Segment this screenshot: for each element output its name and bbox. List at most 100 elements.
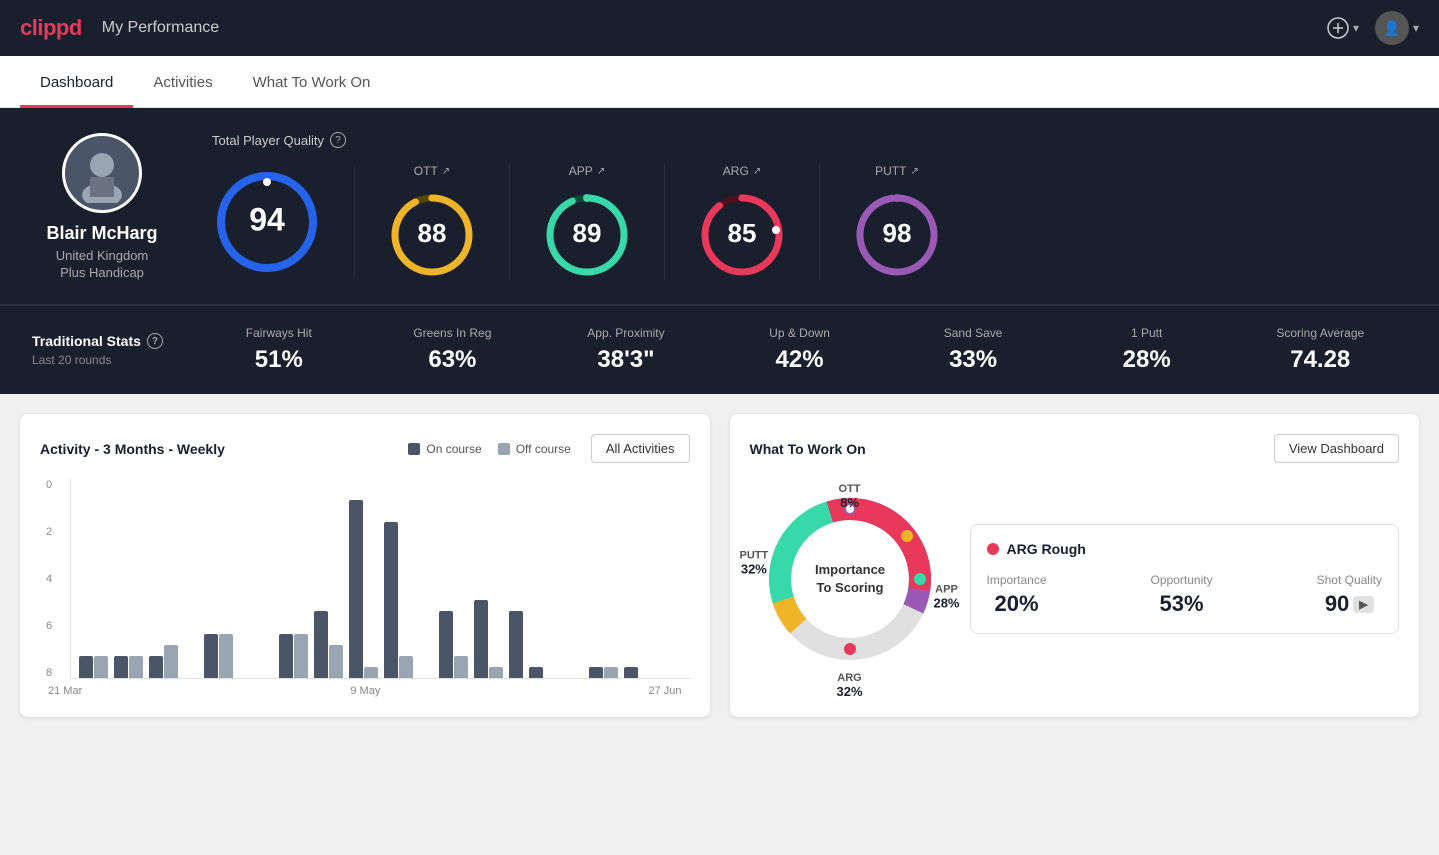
chart-wrapper: 8 6 4 2 0 [70,479,690,679]
tabs-nav: Dashboard Activities What To Work On [0,56,1439,108]
bar-offcourse [94,656,108,678]
bar-group [279,634,308,678]
importance-donut-container: Importance To Scoring OTT 8% APP [750,479,950,679]
header: clippd My Performance ▾ 👤 ▾ [0,0,1439,56]
bar-oncourse [349,500,363,678]
trad-stats-label: Traditional Stats ? Last 20 rounds [32,333,192,367]
ott-label: OTT ↗ [414,164,450,178]
y-axis-labels: 8 6 4 2 0 [46,479,52,679]
quality-section: Total Player Quality ? 94 OTT ↗ [212,132,1407,280]
activity-chart-card: Activity - 3 Months - Weekly On course O… [20,414,710,717]
offcourse-dot [498,443,510,455]
shot-quality-badge: 90 ▶ [1325,591,1374,617]
all-activities-button[interactable]: All Activities [591,434,690,463]
player-handicap: Plus Handicap [60,265,144,280]
app-label: APP ↗ [569,164,605,178]
detail-opportunity: Opportunity 53% [1151,573,1213,617]
detail-card-title: ARG Rough [987,541,1383,557]
arg-circle: ARG ↗ 85 [665,164,820,280]
view-dashboard-button[interactable]: View Dashboard [1274,434,1399,463]
stat-proximity: App. Proximity 38'3" [539,326,713,374]
bar-offcourse [329,645,343,678]
bar-chart: 8 6 4 2 0 21 Mar 9 May 27 Jun [40,479,690,697]
bar-oncourse [314,611,328,678]
svg-text:98: 98 [883,218,912,248]
x-axis-labels: 21 Mar 9 May 27 Jun [40,685,690,697]
header-title: My Performance [102,19,219,37]
avatar: 👤 [1375,11,1409,45]
detail-stats-row: Importance 20% Opportunity 53% Shot Qual… [987,573,1383,617]
what-to-work-on-card: What To Work On View Dashboard [730,414,1420,717]
trad-stats-info-icon[interactable]: ? [147,333,163,349]
seg-putt-label: PUTT 32% [740,550,769,577]
bar-group [509,611,523,678]
bar-group [529,667,543,678]
svg-text:88: 88 [418,218,447,248]
logo[interactable]: clippd [20,15,82,41]
quality-info-icon[interactable]: ? [330,132,346,148]
bar-offcourse [604,667,618,678]
bar-oncourse [624,667,638,678]
seg-app-label: APP 28% [933,584,959,611]
bar-offcourse [489,667,503,678]
trad-stats-subtitle: Last 20 rounds [32,353,192,367]
legend-offcourse: Off course [498,442,571,456]
total-quality-circle: 94 [212,167,355,277]
stat-updown: Up & Down 42% [713,326,887,374]
importance-donut-wrapper: Importance To Scoring OTT 8% APP [750,479,950,679]
chart-title: Activity - 3 Months - Weekly [40,441,225,457]
stat-greens: Greens In Reg 63% [366,326,540,374]
bar-oncourse [509,611,523,678]
user-dropdown-arrow[interactable]: ▾ [1413,21,1419,35]
bar-oncourse [149,656,163,678]
chart-card-header: Activity - 3 Months - Weekly On course O… [40,434,690,463]
svg-text:94: 94 [249,201,285,237]
bar-group [114,656,143,678]
user-avatar-header[interactable]: 👤 ▾ [1375,11,1419,45]
score-mini-badge: ▶ [1353,596,1373,613]
player-avatar [62,133,142,213]
add-dropdown-arrow[interactable]: ▾ [1353,21,1359,35]
arg-label: ARG ↗ [723,164,761,178]
detail-dot-red [987,543,999,555]
bar-oncourse [204,634,218,678]
chart-legend: On course Off course [408,442,571,456]
seg-arg-label: ARG 32% [836,672,862,699]
quality-title: Total Player Quality ? [212,132,1407,148]
bar-group [589,667,618,678]
bar-chart-inner [70,479,690,679]
oncourse-dot [408,443,420,455]
svg-text:Importance: Importance [814,562,884,577]
player-country: United Kingdom [56,248,149,263]
seg-ott-label: OTT 8% [839,483,861,510]
header-right: ▾ 👤 ▾ [1327,11,1419,45]
add-icon[interactable]: ▾ [1327,17,1359,39]
bar-oncourse [439,611,453,678]
legend-oncourse: On course [408,442,481,456]
bar-oncourse [114,656,128,678]
traditional-stats-section: Traditional Stats ? Last 20 rounds Fairw… [0,305,1439,394]
header-left: clippd My Performance [20,15,219,41]
bar-oncourse [79,656,93,678]
putt-circle: PUTT ↗ 98 [820,164,974,280]
bar-offcourse [129,656,143,678]
bar-oncourse [279,634,293,678]
bar-offcourse [454,656,468,678]
bar-offcourse [364,667,378,678]
bar-group [149,645,178,678]
app-circle: APP ↗ 89 [510,164,665,280]
tab-dashboard[interactable]: Dashboard [20,56,133,108]
bar-offcourse [219,634,233,678]
bar-group [384,522,413,678]
bar-group [439,611,468,678]
stat-fairways: Fairways Hit 51% [192,326,366,374]
svg-text:To Scoring: To Scoring [816,580,883,595]
detail-shot-quality: Shot Quality 90 ▶ [1317,573,1382,617]
stat-oneputt: 1 Putt 28% [1060,326,1234,374]
putt-label: PUTT ↗ [875,164,919,178]
stat-scoring: Scoring Average 74.28 [1233,326,1407,374]
svg-text:89: 89 [573,218,602,248]
tab-activities[interactable]: Activities [133,56,232,108]
tab-what-to-work-on[interactable]: What To Work On [233,56,391,108]
bar-group [474,600,503,678]
